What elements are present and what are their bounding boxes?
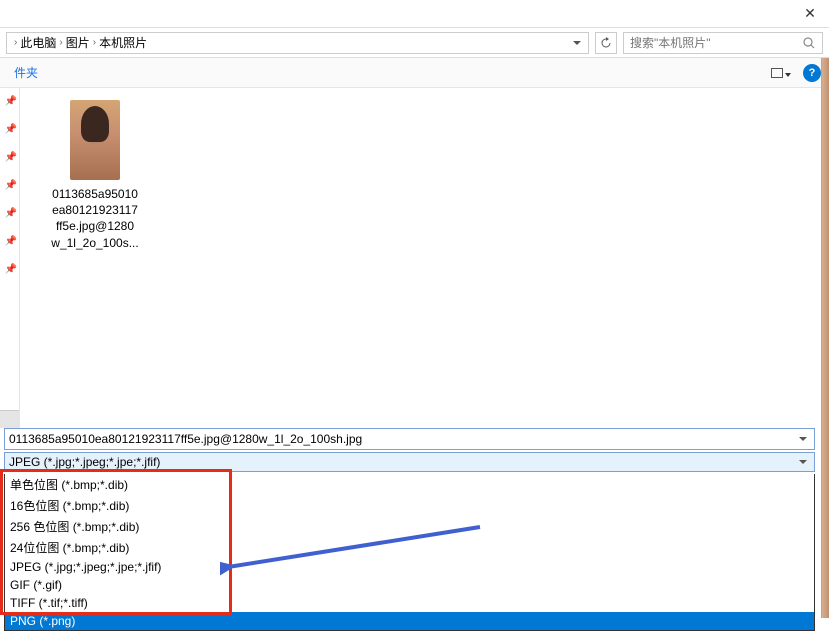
breadcrumb-item[interactable]: 图片 bbox=[66, 34, 90, 51]
file-name: 0113685a95010 ea80121923117 ff5e.jpg@128… bbox=[40, 186, 150, 251]
filetype-option[interactable]: GIF (*.gif) bbox=[5, 576, 814, 594]
filetype-option[interactable]: PNG (*.png) bbox=[5, 612, 814, 630]
file-thumbnail bbox=[70, 100, 120, 180]
breadcrumb-item[interactable]: 此电脑 bbox=[20, 34, 56, 51]
filename-dropdown-button[interactable] bbox=[796, 437, 810, 441]
filetype-option[interactable]: 单色位图 (*.bmp;*.dib) bbox=[5, 474, 814, 495]
filetype-option[interactable]: TIFF (*.tif;*.tiff) bbox=[5, 594, 814, 612]
filetype-dropdown-list[interactable]: 单色位图 (*.bmp;*.dib)16色位图 (*.bmp;*.dib)256… bbox=[4, 474, 815, 631]
pin-icon: 📌 bbox=[5, 96, 15, 106]
filename-input[interactable] bbox=[9, 432, 796, 446]
pin-icon: 📌 bbox=[5, 152, 15, 162]
bottom-section: JPEG (*.jpg;*.jpeg;*.jpe;*.jfif) 单色位图 (*… bbox=[0, 426, 819, 631]
chevron-down-icon bbox=[785, 66, 791, 80]
help-button[interactable]: ? bbox=[803, 64, 821, 82]
chevron-right-icon: › bbox=[59, 37, 62, 48]
close-button[interactable] bbox=[803, 7, 817, 21]
pin-icon: 📌 bbox=[5, 124, 15, 134]
sidebar: 📌 📌 📌 📌 📌 📌 📌 bbox=[0, 88, 20, 428]
breadcrumb[interactable]: › 此电脑 › 图片 › 本机照片 bbox=[6, 32, 589, 54]
breadcrumb-item[interactable]: 本机照片 bbox=[99, 34, 147, 51]
toolbar: 件夹 ? bbox=[0, 58, 829, 88]
chevron-right-icon: › bbox=[14, 37, 17, 48]
title-bar bbox=[0, 0, 829, 28]
pin-icon: 📌 bbox=[5, 180, 15, 190]
filetype-dropdown-button[interactable] bbox=[796, 460, 810, 464]
filetype-field[interactable]: JPEG (*.jpg;*.jpeg;*.jpe;*.jfif) bbox=[4, 452, 815, 472]
pin-icon: 📌 bbox=[5, 208, 15, 218]
breadcrumb-dropdown[interactable] bbox=[570, 33, 584, 53]
refresh-button[interactable] bbox=[595, 32, 617, 54]
search-box[interactable] bbox=[623, 32, 823, 54]
filename-field[interactable] bbox=[4, 428, 815, 450]
breadcrumb-row: › 此电脑 › 图片 › 本机照片 bbox=[0, 28, 829, 58]
filetype-selected: JPEG (*.jpg;*.jpeg;*.jpe;*.jfif) bbox=[9, 455, 796, 469]
new-folder-button[interactable]: 件夹 bbox=[8, 60, 44, 85]
file-list[interactable]: 0113685a95010 ea80121923117 ff5e.jpg@128… bbox=[20, 88, 829, 428]
content-area: 📌 📌 📌 📌 📌 📌 📌 0113685a95010 ea8012192311… bbox=[0, 88, 829, 428]
filetype-option[interactable]: 256 色位图 (*.bmp;*.dib) bbox=[5, 516, 814, 537]
right-edge-decoration bbox=[821, 58, 829, 618]
view-icon bbox=[771, 68, 783, 78]
pin-icon: 📌 bbox=[5, 236, 15, 246]
chevron-right-icon: › bbox=[93, 37, 96, 48]
view-mode-button[interactable] bbox=[771, 66, 791, 80]
filetype-option[interactable]: JPEG (*.jpg;*.jpeg;*.jpe;*.jfif) bbox=[5, 558, 814, 576]
file-item[interactable]: 0113685a95010 ea80121923117 ff5e.jpg@128… bbox=[40, 100, 150, 251]
search-input[interactable] bbox=[630, 36, 802, 50]
search-icon bbox=[802, 36, 816, 50]
filetype-option[interactable]: 16色位图 (*.bmp;*.dib) bbox=[5, 495, 814, 516]
pin-icon: 📌 bbox=[5, 264, 15, 274]
refresh-icon bbox=[600, 37, 612, 49]
filetype-option[interactable]: 24位位图 (*.bmp;*.dib) bbox=[5, 537, 814, 558]
